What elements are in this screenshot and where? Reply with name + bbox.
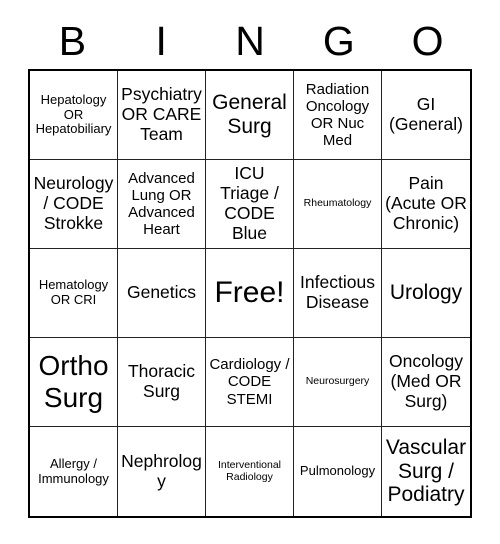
bingo-header: BINGO [28, 14, 472, 69]
bingo-header-letter-n: N [235, 18, 265, 64]
bingo-cell-r4c1[interactable]: Ortho Surg [30, 338, 118, 427]
bingo-cell-label: General Surg [212, 91, 287, 138]
bingo-cell-r1c1[interactable]: Hepatology OR Hepatobiliary [30, 71, 118, 160]
bingo-cell-r5c1[interactable]: Allergy / Immunology [30, 427, 118, 516]
bingo-cell-r2c1[interactable]: Neurology / CODE Strokke [30, 160, 118, 249]
bingo-cell-label: Oncology (Med OR Surg) [389, 351, 463, 411]
bingo-cell-r1c5[interactable]: GI (General) [382, 71, 470, 160]
bingo-free-space[interactable]: Free! [206, 249, 294, 338]
bingo-cell-label: Hematology OR CRI [38, 277, 109, 307]
bingo-cell-label: Neurosurgery [305, 375, 370, 388]
bingo-cell-r3c5[interactable]: Urology [382, 249, 470, 338]
bingo-cell-r5c2[interactable]: Nephrology [118, 427, 206, 516]
bingo-cell-r3c4[interactable]: Infectious Disease [294, 249, 382, 338]
bingo-card: B I N G O Hepatology OR Hepatobiliary Psychia… [0, 0, 500, 544]
bingo-cell-label: Pain (Acute OR Chronic) [385, 173, 467, 233]
bingo-cell-r4c3[interactable]: Cardiology / CODE STEMI [206, 338, 294, 427]
bingo-header-letter-b: B [58, 18, 87, 64]
bingo-cell-r1c2[interactable]: Psychiatry OR CARE Team [118, 71, 206, 160]
bingo-cell-r3c2[interactable]: Genetics [118, 249, 206, 338]
bingo-header-letter-g: G [322, 18, 355, 64]
bingo-cell-r5c4[interactable]: Pulmonology [294, 427, 382, 516]
bingo-cell-r2c3[interactable]: ICU Triage / CODE Blue [206, 160, 294, 249]
bingo-cell-label: GI (General) [389, 94, 463, 134]
bingo-cell-r4c5[interactable]: Oncology (Med OR Surg) [382, 338, 470, 427]
bingo-cell-label: Thoracic Surg [127, 361, 196, 401]
bingo-cell-label: Rheumatology [303, 197, 372, 210]
bingo-cell-label: Urology [389, 281, 463, 305]
bingo-cell-label: Infectious Disease [300, 272, 375, 312]
bingo-cell-r3c1[interactable]: Hematology OR CRI [30, 249, 118, 338]
bingo-cell-r2c5[interactable]: Pain (Acute OR Chronic) [382, 160, 470, 249]
bingo-cell-r5c5[interactable]: Vascular Surg / Podiatry [382, 427, 470, 516]
bingo-cell-label: Radiation Oncology OR Nuc Med [305, 80, 370, 150]
bingo-cell-label: Advanced Lung OR Advanced Heart [128, 169, 195, 239]
bingo-cell-label: Allergy / Immunology [38, 455, 109, 486]
bingo-cell-label: Nephrology [121, 450, 202, 491]
bingo-cell-label: Hepatology OR Hepatobiliary [35, 91, 112, 137]
bingo-grid: Hepatology OR Hepatobiliary Psychiatry OR… [28, 69, 472, 518]
bingo-cell-label: Ortho Surg [38, 350, 109, 413]
bingo-cell-r5c3[interactable]: Interventional Radiology [206, 427, 294, 516]
bingo-cell-r2c2[interactable]: Advanced Lung OR Advanced Heart [118, 160, 206, 249]
bingo-cell-label: Free! [214, 275, 285, 309]
bingo-cell-r4c4[interactable]: Neurosurgery [294, 338, 382, 427]
bingo-header-letter-i: I [155, 18, 167, 64]
bingo-header-letter-o: O [411, 18, 444, 64]
bingo-cell-label: Genetics [126, 282, 197, 303]
bingo-cell-label: ICU Triage / CODE Blue [220, 163, 279, 243]
bingo-cell-label: Neurology / CODE Strokke [33, 173, 114, 233]
bingo-cell-label: Interventional Radiology [217, 458, 282, 483]
bingo-cell-label: Cardiology / CODE STEMI [209, 356, 290, 408]
bingo-cell-r1c3[interactable]: General Surg [206, 71, 294, 160]
bingo-cell-r1c4[interactable]: Radiation Oncology OR Nuc Med [294, 71, 382, 160]
bingo-cell-label: Vascular Surg / Podiatry [385, 435, 467, 507]
bingo-cell-label: Pulmonology [299, 463, 376, 479]
bingo-cell-label: Psychiatry OR CARE Team [121, 84, 202, 144]
bingo-cell-r4c2[interactable]: Thoracic Surg [118, 338, 206, 427]
bingo-cell-r2c4[interactable]: Rheumatology [294, 160, 382, 249]
